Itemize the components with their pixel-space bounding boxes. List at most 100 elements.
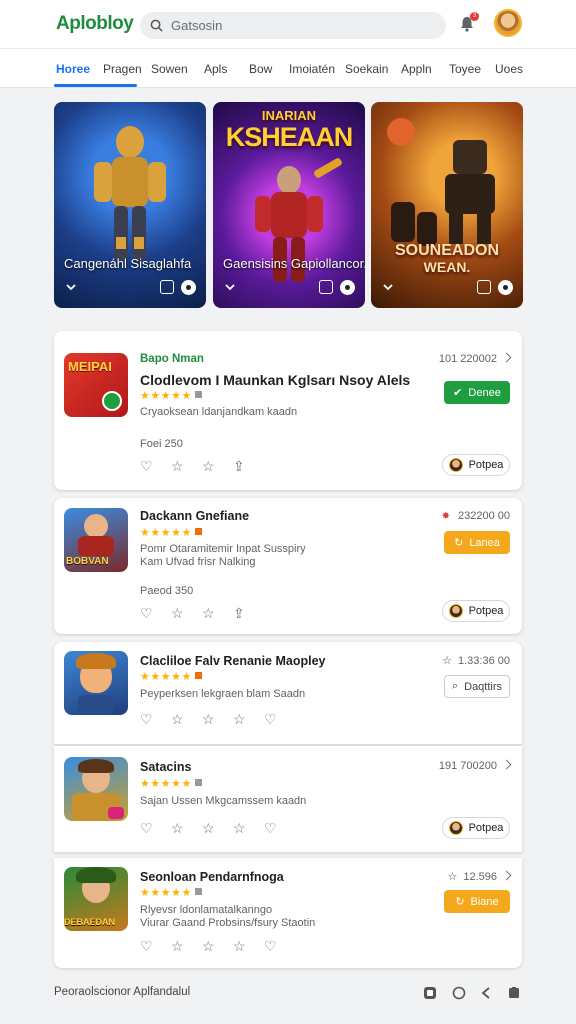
save-icon[interactable]	[477, 280, 491, 294]
chevron-right-icon	[501, 870, 512, 881]
rating-stars: ★★★★★	[140, 777, 202, 790]
app-price: Paeod 350	[140, 585, 194, 597]
footer-text[interactable]: Peoraolscionor Aplfandalul	[54, 986, 190, 998]
star-outline-icon[interactable]: ☆	[202, 939, 216, 953]
chevron-right-icon	[501, 352, 512, 363]
star-outline-icon[interactable]: ☆	[202, 712, 216, 726]
more-icon[interactable]	[181, 280, 196, 295]
rating-stars: ★★★★★	[140, 886, 202, 899]
app-description: Peyperksen lekgraen blam Saadn	[140, 688, 306, 700]
install-button[interactable]: ✔ Denee	[444, 381, 510, 404]
chevron-down-icon[interactable]	[64, 280, 78, 294]
chevron-down-icon[interactable]	[223, 280, 237, 294]
app-icon[interactable]: BOBVAN	[64, 508, 128, 572]
back-icon[interactable]	[479, 986, 493, 1000]
top-bar: Aplobloy 3	[0, 0, 576, 48]
heart-icon[interactable]: ♡	[140, 939, 154, 953]
banner-art-subtitle: WEAN.	[423, 259, 471, 275]
star-outline-icon[interactable]: ☆	[171, 712, 185, 726]
action-row: ♡ ☆ ☆ ☆ ♡	[140, 711, 295, 726]
save-icon[interactable]	[160, 280, 174, 294]
app-logo[interactable]: Aplobloy	[56, 13, 134, 35]
tab-sowen[interactable]: Sowen	[151, 62, 188, 76]
details-button[interactable]: ⌕ Daqttirs	[444, 675, 510, 698]
app-card[interactable]: DEBAEDAN Seonloan Pendarnfnoga ★★★★★ Rly…	[54, 858, 522, 968]
heart-icon[interactable]: ♡	[140, 821, 154, 835]
app-name[interactable]: Clodlevom I Maunkan Kglsarı Nsoy Alels	[140, 372, 410, 388]
star-outline-icon[interactable]: ☆	[202, 459, 216, 473]
chevron-down-icon[interactable]	[381, 280, 395, 294]
star-outline-icon[interactable]: ☆	[233, 821, 247, 835]
app-meta: 191 700200	[439, 759, 512, 772]
featured-banner-3[interactable]: SOUNEADON WEAN.	[371, 102, 523, 308]
banner-art-armored-hero	[54, 102, 206, 308]
search-input[interactable]	[171, 18, 411, 33]
star-outline-icon[interactable]: ☆	[171, 606, 185, 620]
star-outline-icon[interactable]: ☆	[171, 821, 185, 835]
tab-imoiaten[interactable]: Imoiatén	[289, 62, 335, 76]
app-name[interactable]: Seonloan Pendarnfnoga	[140, 870, 284, 884]
app-description-line-2: Viurar Gaand Probsins/fsury Staotin	[140, 917, 316, 929]
tab-bow[interactable]: Bow	[249, 62, 272, 76]
app-meta: ☆ 12.596	[447, 870, 512, 883]
heart-icon[interactable]: ♡	[140, 712, 154, 726]
app-card[interactable]: MEIPAI Bapo Nman Clodlevom I Maunkan Kgl…	[54, 331, 522, 490]
featured-banner-2[interactable]: INARIAN KSHEAAN Gaensisins Gapiollancor.	[213, 102, 365, 308]
heart-icon[interactable]: ♡	[140, 606, 154, 620]
profile-avatar	[448, 604, 463, 618]
app-name[interactable]: Dackann Gnefiane	[140, 509, 249, 523]
search-bar[interactable]	[140, 12, 446, 39]
profile-button[interactable]: Potpea	[442, 454, 510, 476]
save-icon[interactable]	[319, 280, 333, 294]
update-button[interactable]: ↻ Lanea	[444, 531, 510, 554]
star-outline-icon[interactable]: ☆	[233, 939, 247, 953]
star-outline-icon[interactable]: ☆	[202, 606, 216, 620]
chevron-right-icon	[501, 759, 512, 770]
app-icon[interactable]	[64, 757, 128, 821]
tab-appln[interactable]: Appln	[401, 62, 432, 76]
tab-apls[interactable]: Apls	[204, 62, 227, 76]
heart-icon[interactable]: ♡	[264, 821, 278, 835]
tab-toyee[interactable]: Toyee	[449, 62, 481, 76]
app-icon[interactable]: MEIPAI	[64, 353, 128, 417]
app-card[interactable]: BOBVAN Dackann Gnefiane ★★★★★ Pomr Otara…	[54, 498, 522, 634]
share-icon[interactable]: ⇪	[233, 606, 247, 620]
more-icon[interactable]	[498, 280, 513, 295]
tab-uoes[interactable]: Uoes	[495, 62, 523, 76]
app-icon[interactable]: DEBAEDAN	[64, 867, 128, 931]
tab-pragen[interactable]: Pragen	[103, 62, 142, 76]
app-description: Rlyevsr ldonlamatalkanngo	[140, 904, 273, 916]
heart-icon[interactable]: ♡	[264, 712, 278, 726]
user-avatar[interactable]	[494, 9, 522, 37]
heart-icon[interactable]: ♡	[140, 459, 154, 473]
app-card[interactable]: Clacliloe Falv Renanie Maopley ★★★★★ Pey…	[54, 642, 522, 744]
tab-home[interactable]: Horee	[56, 62, 90, 76]
home-icon[interactable]	[452, 986, 466, 1000]
profile-button[interactable]: Potpea	[442, 600, 510, 622]
star-outline-icon[interactable]: ☆	[171, 459, 185, 473]
more-icon[interactable]	[340, 280, 355, 295]
action-row: ♡ ☆ ☆ ☆ ♡	[140, 938, 295, 953]
share-icon[interactable]: ⇪	[233, 459, 247, 473]
app-icon[interactable]	[64, 651, 128, 715]
app-name[interactable]: Clacliloe Falv Renanie Maopley	[140, 654, 325, 668]
featured-banner-1[interactable]: Cangenáhl Sisaglahfa	[54, 102, 206, 308]
app-name[interactable]: Satacins	[140, 760, 191, 774]
refresh-icon: ↻	[455, 896, 465, 908]
bookmark-icon[interactable]	[507, 986, 521, 1000]
update-button[interactable]: ↻ Biane	[444, 890, 510, 913]
profile-button[interactable]: Potpea	[442, 817, 510, 839]
banner-art-title: KSHEAAN	[225, 122, 354, 152]
recent-apps-icon[interactable]	[423, 986, 437, 1000]
active-tab-indicator	[54, 84, 137, 87]
heart-icon[interactable]: ♡	[264, 939, 278, 953]
star-outline-icon[interactable]: ☆	[233, 712, 247, 726]
app-card[interactable]: Satacins ★★★★★ Sajan Ussen Mkgcamssem ka…	[54, 746, 522, 852]
app-meta: ☆ 1.33:36 00	[442, 655, 510, 667]
app-developer[interactable]: Bapo Nman	[140, 353, 204, 365]
notification-button[interactable]: 3	[458, 12, 479, 33]
tab-soekain[interactable]: Soekain	[345, 62, 388, 76]
app-description: Sajan Ussen Mkgcamssem kaadn	[140, 795, 307, 807]
star-outline-icon[interactable]: ☆	[171, 939, 185, 953]
star-outline-icon[interactable]: ☆	[202, 821, 216, 835]
